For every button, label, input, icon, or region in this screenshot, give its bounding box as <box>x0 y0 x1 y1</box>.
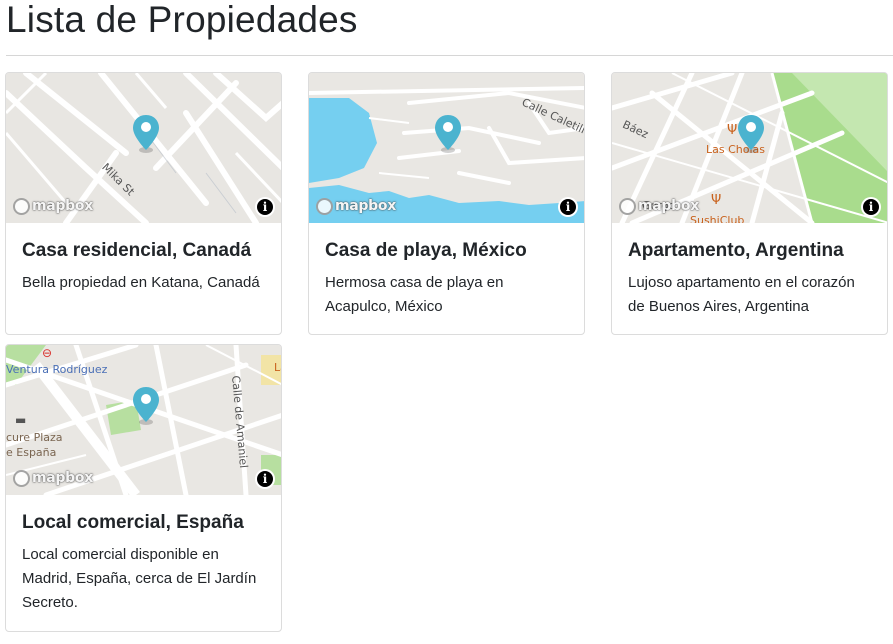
title-divider <box>6 55 893 56</box>
mapbox-logo-icon <box>619 197 636 215</box>
mapbox-logo-icon <box>13 469 30 487</box>
hotel-icon: ▬ <box>15 413 27 427</box>
page: Lista de Propiedades Mika St mapbox i Ca… <box>0 0 893 644</box>
property-card-mexico: Calle Caletilla mapbox i Casa de playa, … <box>308 72 585 335</box>
location-pin-icon <box>435 115 461 153</box>
map-poi-label: Ventura Rodríguez <box>6 363 108 376</box>
property-map[interactable]: ⊖ Ventura Rodríguez ▬ cure Plaza e Españ… <box>6 345 281 495</box>
map-info-icon[interactable]: i <box>257 471 273 487</box>
property-card-canada: Mika St mapbox i Casa residencial, Canad… <box>5 72 282 335</box>
map-info-icon[interactable]: i <box>560 199 576 215</box>
property-card-spain: ⊖ Ventura Rodríguez ▬ cure Plaza e Españ… <box>5 344 282 632</box>
card-title: Casa residencial, Canadá <box>22 240 252 261</box>
card-description: Lujoso apartamento en el corazón de Buen… <box>628 274 855 315</box>
card-description: Hermosa casa de playa en Acapulco, Méxic… <box>325 274 504 315</box>
page-title: Lista de Propiedades <box>6 0 358 40</box>
card-body: Apartamento, Argentina Lujoso apartament… <box>612 223 887 333</box>
map-poi-label: La <box>274 361 281 374</box>
card-body: Local comercial, España Local comercial … <box>6 495 281 629</box>
mapbox-logo[interactable]: mapbox <box>13 196 93 216</box>
location-pin-icon <box>738 115 764 153</box>
card-description: Bella propiedad en Katana, Canadá <box>22 274 260 291</box>
card-title: Apartamento, Argentina <box>628 240 844 261</box>
map-poi-label: cure Plaza <box>6 431 63 444</box>
property-map[interactable]: Báez Las Cholas Ψ SushiClub Ψ Gorgo mapb… <box>612 73 887 223</box>
card-body: Casa de playa, México Hermosa casa de pl… <box>309 223 584 333</box>
mapbox-logo[interactable]: mapbox <box>316 196 396 216</box>
location-pin-icon <box>133 387 159 425</box>
mapbox-logo-icon <box>316 197 333 215</box>
card-title: Local comercial, España <box>22 512 244 533</box>
mapbox-logo[interactable]: mapbox <box>13 468 93 488</box>
property-card-argentina: Báez Las Cholas Ψ SushiClub Ψ Gorgo mapb… <box>611 72 888 335</box>
location-pin-icon <box>133 115 159 153</box>
property-map[interactable]: Mika St mapbox i <box>6 73 281 223</box>
property-map[interactable]: Calle Caletilla mapbox i <box>309 73 584 223</box>
map-info-icon[interactable]: i <box>257 199 273 215</box>
card-description: Local comercial disponible en Madrid, Es… <box>22 546 257 611</box>
metro-station-icon: ⊖ <box>42 346 53 360</box>
mapbox-logo-icon <box>13 197 30 215</box>
card-body: Casa residencial, Canadá Bella propiedad… <box>6 223 281 309</box>
map-info-icon[interactable]: i <box>863 199 879 215</box>
mapbox-logo[interactable]: mapbox <box>619 196 699 216</box>
card-title: Casa de playa, México <box>325 240 527 261</box>
restaurant-icon: Ψ <box>711 193 722 208</box>
map-poi-label: e España <box>6 446 57 459</box>
